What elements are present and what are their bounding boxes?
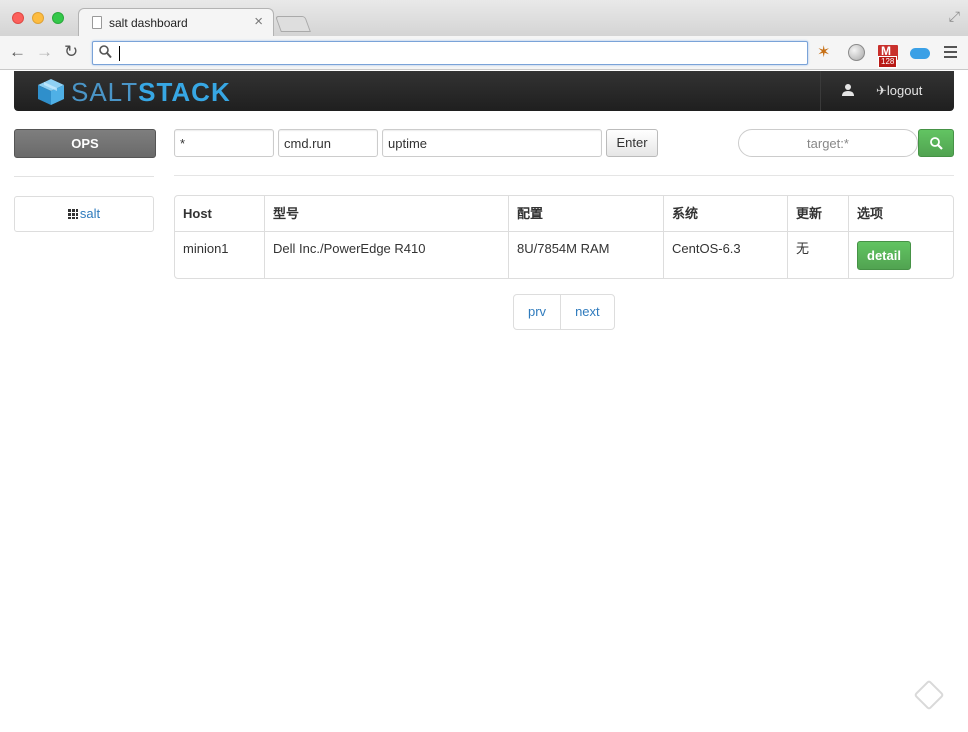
pagination: prv next (513, 294, 615, 330)
globe-extension-icon[interactable] (848, 44, 865, 61)
user-icon[interactable] (841, 83, 855, 97)
reload-icon[interactable]: ↻ (64, 42, 78, 62)
gmail-extension-icon[interactable]: M 128 (878, 44, 898, 68)
cell-model: Dell Inc./PowerEdge R410 (264, 231, 508, 278)
brand-stack-text: STACK (138, 77, 231, 107)
cell-update: 无 (787, 231, 848, 278)
next-page-link[interactable]: next (560, 295, 614, 329)
arguments-input[interactable] (382, 129, 602, 157)
feedback-icon[interactable] (913, 679, 945, 711)
sidebar-divider (14, 176, 154, 177)
column-header-host: Host (183, 206, 212, 221)
logout-label: logout (886, 83, 923, 98)
sidebar-item-salt[interactable]: salt (14, 196, 154, 232)
column-header-options: 选项 (848, 196, 953, 231)
search-button[interactable] (918, 129, 954, 157)
close-window-button[interactable] (12, 12, 24, 24)
minimize-window-button[interactable] (32, 12, 44, 24)
cell-system: CentOS-6.3 (663, 231, 787, 278)
ops-button[interactable]: OPS (14, 129, 156, 158)
hosts-table: Host 型号 配置 系统 更新 选项 minion1 Dell Inc./Po… (174, 195, 954, 279)
target-search-input[interactable] (738, 129, 918, 157)
firebug-extension-icon[interactable]: ✶ (817, 42, 835, 61)
logout-link[interactable]: ✈logout (876, 83, 922, 99)
column-header-model: 型号 (264, 196, 508, 231)
column-header-config: 配置 (508, 196, 663, 231)
content-divider (174, 175, 954, 176)
fullscreen-icon[interactable]: ⤢ (949, 8, 960, 25)
cloud-extension-icon[interactable] (910, 48, 930, 59)
new-tab-button[interactable] (275, 16, 311, 32)
column-header-update: 更新 (787, 196, 848, 231)
column-header-system: 系统 (663, 196, 787, 231)
text-caret (119, 46, 120, 61)
saltstack-cube-icon (38, 79, 64, 105)
forward-arrow-icon[interactable]: → (36, 42, 53, 62)
cell-options: detail (848, 231, 953, 278)
search-icon (99, 45, 112, 59)
tab-close-icon[interactable]: × (254, 13, 263, 31)
zoom-window-button[interactable] (52, 12, 64, 24)
url-input[interactable] (117, 44, 797, 62)
plane-icon: ✈ (876, 83, 887, 98)
address-bar[interactable] (92, 41, 808, 65)
brand-salt-text: SALT (71, 77, 139, 107)
browser-toolbar: ← → ↻ ✶ M 128 (0, 36, 968, 70)
back-arrow-icon[interactable]: ← (9, 42, 26, 62)
grid-icon (67, 209, 78, 219)
table-row: minion1 Dell Inc./PowerEdge R410 8U/7854… (175, 231, 953, 278)
top-navbar: SALTSTACK ✈logout (14, 71, 954, 111)
search-icon (930, 137, 943, 150)
browser-tab[interactable]: salt dashboard × (78, 8, 274, 36)
page-icon (92, 16, 102, 29)
browser-menu-icon[interactable] (944, 46, 957, 61)
detail-button[interactable]: detail (857, 241, 911, 270)
brand-text: SALTSTACK (71, 78, 231, 106)
tab-title: salt dashboard (109, 16, 188, 30)
target-input[interactable] (174, 129, 274, 157)
gmail-unread-badge: 128 (878, 56, 898, 68)
browser-titlebar: salt dashboard × ⤢ (0, 0, 968, 36)
navbar-divider (820, 71, 821, 111)
enter-button[interactable]: Enter (606, 129, 658, 157)
function-input[interactable] (278, 129, 378, 157)
cell-config: 8U/7854M RAM (508, 231, 663, 278)
sidebar-item-label: salt (79, 206, 101, 221)
table-header-row: Host 型号 配置 系统 更新 选项 (175, 196, 953, 231)
prev-page-link[interactable]: prv (514, 295, 560, 329)
cell-host: minion1 (175, 231, 264, 278)
